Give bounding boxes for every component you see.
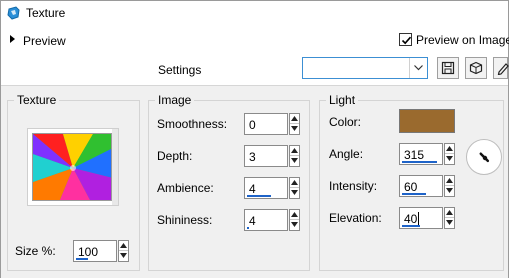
presets-button[interactable] xyxy=(465,57,487,79)
edit-icon xyxy=(497,63,509,75)
depth-up-arrow-icon[interactable] xyxy=(290,146,299,156)
expand-arrow-icon[interactable] xyxy=(10,35,15,43)
smoothness-spinner[interactable]: 0 xyxy=(244,113,300,135)
shininess-up-arrow-icon[interactable] xyxy=(290,210,299,220)
elevation-level-bar xyxy=(402,225,420,227)
elevation-input[interactable]: 40 xyxy=(399,207,443,229)
angle-dial-needle-icon xyxy=(479,152,490,163)
depth-value: 3 xyxy=(249,150,256,164)
size-spin-arrows xyxy=(118,240,129,262)
preview-row: Preview Preview on Image xyxy=(1,29,509,55)
size-input[interactable]: 100 xyxy=(73,240,117,262)
edit-preset-button[interactable] xyxy=(493,57,509,79)
intensity-label: Intensity: xyxy=(329,179,378,193)
size-level-bar xyxy=(76,258,88,260)
depth-input[interactable]: 3 xyxy=(244,145,288,167)
intensity-level-bar xyxy=(402,193,426,195)
shininess-down-arrow-icon[interactable] xyxy=(290,220,299,230)
angle-up-arrow-icon[interactable] xyxy=(445,144,454,154)
size-label: Size %: xyxy=(15,244,56,258)
checkmark-icon xyxy=(401,36,412,45)
intensity-up-arrow-icon[interactable] xyxy=(445,176,454,186)
settings-label: Settings xyxy=(158,63,202,77)
light-color-swatch[interactable] xyxy=(399,109,455,133)
angle-dial[interactable] xyxy=(466,139,502,175)
smoothness-value: 0 xyxy=(249,118,256,132)
chevron-down-icon[interactable] xyxy=(409,58,427,78)
intensity-input[interactable]: 60 xyxy=(399,175,443,197)
intensity-spinner[interactable]: 60 xyxy=(399,175,455,197)
depth-down-arrow-icon[interactable] xyxy=(290,156,299,166)
depth-label: Depth: xyxy=(157,149,193,163)
ambience-spin-arrows xyxy=(289,177,300,199)
angle-input[interactable]: 315 xyxy=(399,143,443,165)
smoothness-down-arrow-icon[interactable] xyxy=(290,124,299,134)
save-preset-button[interactable] xyxy=(437,57,459,79)
app-icon xyxy=(7,6,21,20)
elevation-label: Elevation: xyxy=(329,211,382,225)
window-title: Texture xyxy=(26,6,66,20)
smoothness-spin-arrows xyxy=(289,113,300,135)
elevation-spin-arrows xyxy=(444,207,455,229)
shininess-input[interactable]: 4 xyxy=(244,209,288,231)
smoothness-label: Smoothness: xyxy=(157,117,228,131)
image-group-title: Image xyxy=(155,93,195,107)
preview-on-image-label[interactable]: Preview on Image xyxy=(416,33,509,47)
shininess-value: 4 xyxy=(249,214,256,228)
elevation-down-arrow-icon[interactable] xyxy=(445,218,454,228)
elevation-value: 40 xyxy=(404,212,418,226)
ambience-input[interactable]: 4 xyxy=(244,177,288,199)
ambience-down-arrow-icon[interactable] xyxy=(290,188,299,198)
ambience-spinner[interactable]: 4 xyxy=(244,177,300,199)
texture-group-title: Texture xyxy=(14,93,60,107)
depth-spin-arrows xyxy=(289,145,300,167)
angle-spinner[interactable]: 315 xyxy=(399,143,455,165)
thumbnail-scrollbar[interactable] xyxy=(112,129,118,205)
settings-panel: Texture Size %: 100 Image Smoothness: 0 … xyxy=(1,85,508,278)
size-spinner[interactable]: 100 xyxy=(73,240,129,262)
preview-toggle[interactable]: Preview xyxy=(23,34,66,48)
size-value: 100 xyxy=(78,245,99,259)
shininess-spinner[interactable]: 4 xyxy=(244,209,300,231)
ambience-level-bar xyxy=(247,195,271,197)
angle-down-arrow-icon[interactable] xyxy=(445,154,454,164)
shininess-label: Shininess: xyxy=(157,213,213,227)
title-bar: Texture xyxy=(1,1,508,25)
smoothness-up-arrow-icon[interactable] xyxy=(290,114,299,124)
shininess-spin-arrows xyxy=(289,209,300,231)
size-down-arrow-icon[interactable] xyxy=(119,251,128,261)
texture-preview-image xyxy=(32,133,112,201)
angle-value: 315 xyxy=(404,148,425,162)
intensity-down-arrow-icon[interactable] xyxy=(445,186,454,196)
ambience-value: 4 xyxy=(249,182,256,196)
size-up-arrow-icon[interactable] xyxy=(119,241,128,251)
save-icon xyxy=(441,61,455,75)
elevation-spinner[interactable]: 40 xyxy=(399,207,455,229)
depth-spinner[interactable]: 3 xyxy=(244,145,300,167)
settings-preset-dropdown[interactable] xyxy=(302,57,428,79)
texture-dialog: Texture Preview Preview on Image Setting… xyxy=(0,0,509,278)
angle-level-bar xyxy=(402,161,437,163)
ambience-up-arrow-icon[interactable] xyxy=(290,178,299,188)
angle-label: Angle: xyxy=(329,147,364,161)
ambience-label: Ambience: xyxy=(157,181,214,195)
presets-icon xyxy=(469,61,483,75)
settings-row: Settings xyxy=(1,55,509,83)
elevation-text-cursor xyxy=(418,212,419,225)
angle-spin-arrows xyxy=(444,143,455,165)
intensity-value: 60 xyxy=(404,180,418,194)
color-label: Color: xyxy=(329,115,362,129)
shininess-level-bar xyxy=(247,227,249,229)
preview-on-image-checkbox[interactable] xyxy=(399,33,412,46)
light-group-title: Light xyxy=(326,93,359,107)
smoothness-input[interactable]: 0 xyxy=(244,113,288,135)
texture-thumbnail[interactable] xyxy=(27,128,119,206)
elevation-up-arrow-icon[interactable] xyxy=(445,208,454,218)
intensity-spin-arrows xyxy=(444,175,455,197)
